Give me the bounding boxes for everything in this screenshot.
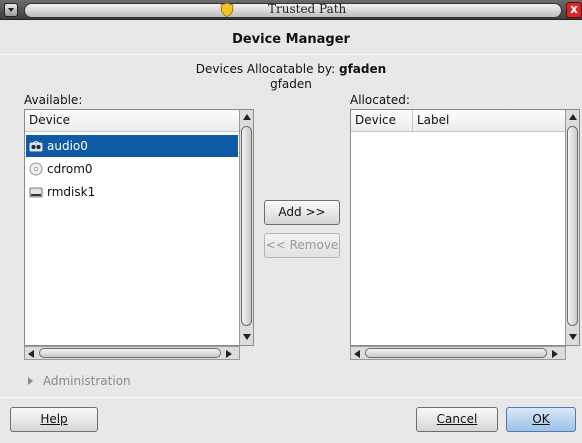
scroll-up-icon[interactable]: [243, 114, 251, 120]
available-list[interactable]: Device audio0 cdrom0 rmdisk1: [24, 109, 254, 346]
list-item[interactable]: rmdisk1: [26, 181, 238, 203]
help-button-label: Help: [40, 412, 68, 426]
footer-divider: [0, 397, 582, 398]
scroll-down-icon[interactable]: [569, 334, 577, 340]
available-label: Available:: [24, 93, 83, 107]
allocated-vertical-scrollbar[interactable]: [565, 110, 579, 345]
remove-button-label: << Remove: [265, 238, 339, 252]
administration-expander[interactable]: Administration: [28, 374, 131, 388]
allocated-list[interactable]: Device Label: [350, 109, 580, 346]
scroll-down-icon[interactable]: [243, 334, 251, 340]
list-item-label: audio0: [47, 139, 88, 153]
list-item[interactable]: audio0: [26, 135, 238, 157]
close-button[interactable]: x: [566, 2, 582, 18]
allocated-horizontal-scrollbar[interactable]: [350, 346, 566, 360]
ok-button-label: OK: [532, 412, 550, 426]
allocatable-by-line: Devices Allocatable by: gfaden: [0, 62, 582, 76]
scroll-right-icon[interactable]: [226, 350, 232, 358]
help-button[interactable]: Help: [10, 407, 98, 432]
close-icon: x: [570, 2, 578, 16]
window-title: Trusted Path: [268, 2, 347, 16]
scroll-left-icon[interactable]: [28, 350, 34, 358]
allocatable-user: gfaden: [339, 62, 387, 76]
scroll-right-icon[interactable]: [552, 350, 558, 358]
allocated-column-device[interactable]: Device: [351, 110, 413, 132]
administration-label: Administration: [42, 374, 131, 388]
dialog-title: Device Manager: [232, 32, 350, 47]
available-column-device[interactable]: Device: [25, 110, 239, 132]
available-horizontal-scrollbar[interactable]: [24, 346, 240, 360]
add-button[interactable]: Add >>: [264, 200, 340, 225]
ok-button[interactable]: OK: [506, 407, 576, 432]
scroll-thumb[interactable]: [39, 348, 221, 358]
add-button-label: Add >>: [278, 205, 326, 219]
window-menu-icon[interactable]: [4, 3, 18, 17]
current-user: gfaden: [270, 77, 312, 91]
allocatable-prefix: Devices Allocatable by:: [195, 62, 336, 76]
list-item-label: cdrom0: [47, 162, 93, 176]
remove-button[interactable]: << Remove: [264, 233, 340, 258]
scroll-thumb[interactable]: [365, 348, 547, 358]
title-bar: Trusted Path x: [0, 0, 582, 20]
allocated-column-label[interactable]: Label: [413, 110, 565, 132]
list-item[interactable]: cdrom0: [26, 158, 238, 180]
disk-drive-icon: [29, 187, 43, 198]
allocated-label: Allocated:: [350, 93, 410, 107]
cancel-button[interactable]: Cancel: [416, 407, 498, 432]
scroll-thumb[interactable]: [241, 126, 252, 326]
speaker-icon: [29, 141, 43, 152]
scroll-thumb[interactable]: [567, 126, 578, 326]
scroll-up-icon[interactable]: [569, 114, 577, 120]
cd-icon: [29, 162, 43, 176]
cancel-button-label: Cancel: [436, 412, 478, 426]
scroll-left-icon[interactable]: [354, 350, 360, 358]
header-divider: [0, 54, 582, 55]
shield-icon: [220, 2, 234, 17]
expander-arrow-icon: [28, 377, 33, 385]
available-vertical-scrollbar[interactable]: [239, 110, 253, 345]
list-item-label: rmdisk1: [47, 185, 96, 199]
